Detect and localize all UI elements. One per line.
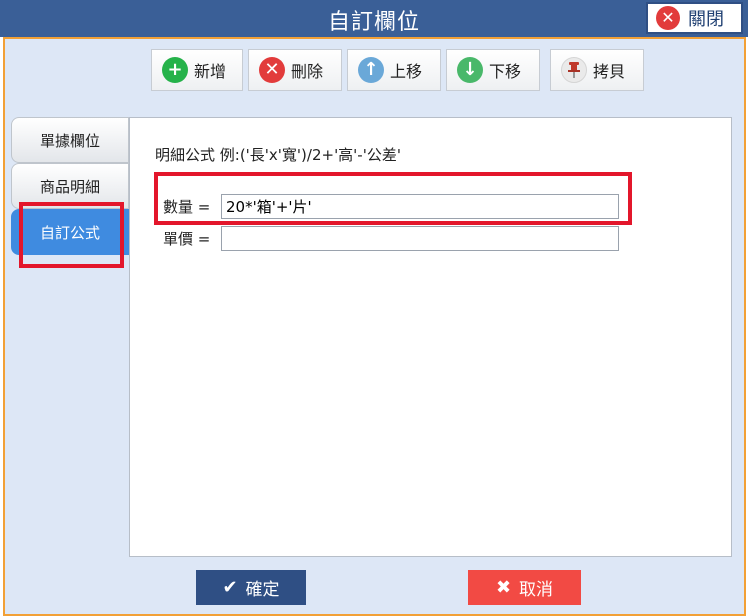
- cancel-button[interactable]: ✖ 取消: [468, 570, 581, 605]
- close-button[interactable]: ✕ 關閉: [646, 2, 743, 34]
- cancel-x-icon: ✖: [495, 577, 512, 598]
- delete-icon: ✕: [259, 57, 285, 83]
- plus-icon: +: [162, 57, 188, 83]
- toolbar: + 新增 ✕ 刪除 ↑ 上移 ↓ 下移 拷貝: [151, 49, 649, 91]
- quantity-formula-input[interactable]: [221, 194, 619, 219]
- delete-button-label: 刪除: [291, 62, 324, 81]
- arrow-down-icon: ↓: [457, 57, 483, 83]
- pin-icon: [561, 57, 587, 83]
- add-button-label: 新增: [194, 62, 227, 81]
- unit-price-formula-input[interactable]: [221, 226, 619, 251]
- main-panel: + 新增 ✕ 刪除 ↑ 上移 ↓ 下移 拷貝 單據欄位 商品明細 自訂公式 明細…: [3, 37, 746, 616]
- quantity-label: 數量 =: [163, 198, 211, 216]
- move-up-button[interactable]: ↑ 上移: [347, 49, 441, 91]
- tab-document-fields[interactable]: 單據欄位: [11, 117, 129, 163]
- cancel-button-label: 取消: [519, 580, 554, 600]
- arrow-up-icon: ↑: [358, 57, 384, 83]
- window-title: 自訂欄位: [327, 10, 420, 35]
- check-icon: ✔: [222, 577, 238, 598]
- unit-price-row: 單價 =: [163, 226, 619, 251]
- formula-content: 明細公式 例:('長'x'寬')/2+'高'-'公差' 數量 = 單價 =: [129, 117, 732, 557]
- copy-button[interactable]: 拷貝: [550, 49, 644, 91]
- quantity-row: 數量 =: [163, 194, 619, 219]
- unit-price-label: 單價 =: [163, 230, 211, 248]
- close-icon: ✕: [656, 6, 680, 30]
- delete-button[interactable]: ✕ 刪除: [248, 49, 342, 91]
- move-down-button[interactable]: ↓ 下移: [446, 49, 540, 91]
- add-button[interactable]: + 新增: [151, 49, 243, 91]
- title-bar: 自訂欄位 ✕ 關閉: [0, 0, 748, 37]
- tab-custom-formula[interactable]: 自訂公式: [11, 209, 129, 255]
- tab-product-details[interactable]: 商品明細: [11, 163, 129, 209]
- move-up-button-label: 上移: [390, 62, 423, 81]
- confirm-button-label: 確定: [245, 580, 280, 600]
- formula-hint: 明細公式 例:('長'x'寬')/2+'高'-'公差': [155, 146, 401, 164]
- move-down-button-label: 下移: [489, 62, 522, 81]
- confirm-button[interactable]: ✔ 確定: [196, 570, 306, 605]
- close-button-label: 關閉: [688, 9, 724, 30]
- copy-button-label: 拷貝: [593, 62, 626, 81]
